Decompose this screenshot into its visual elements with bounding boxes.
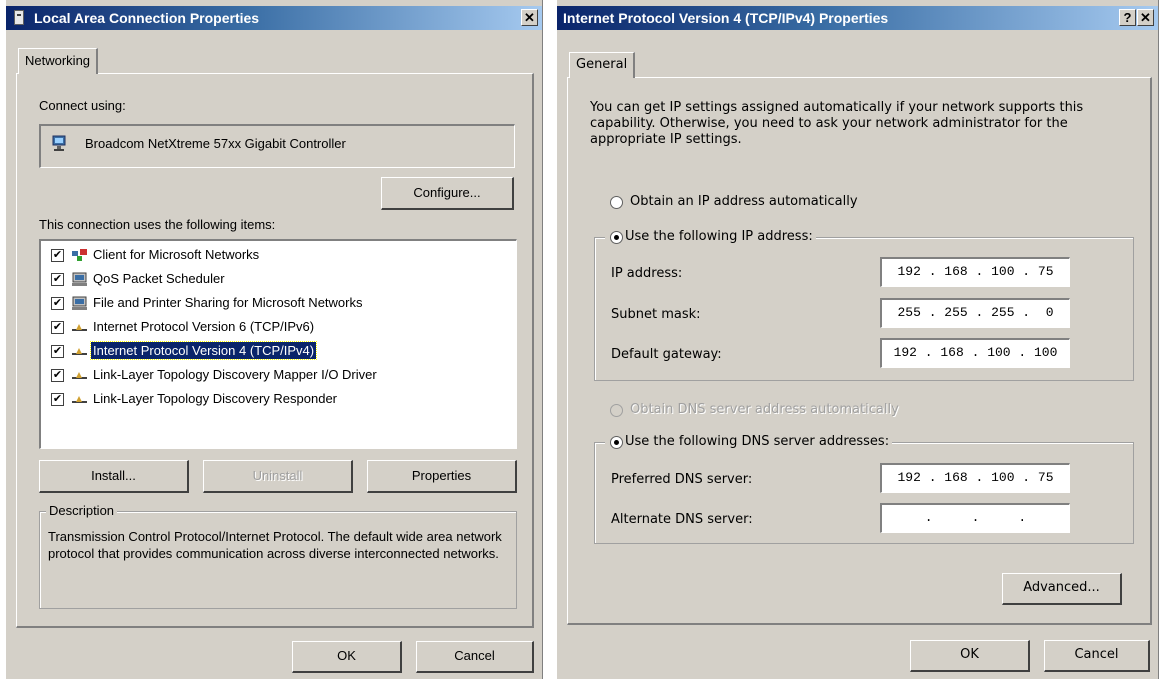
network-client-icon [72,249,87,261]
item-checkbox[interactable]: ✔ [51,393,64,406]
advanced-button[interactable]: Advanced... [1002,573,1122,605]
use-following-ip-label[interactable]: Use the following IP address: [605,229,816,244]
subnet-mask-label: Subnet mask: [611,307,701,322]
item-label: File and Printer Sharing for Microsoft N… [93,295,363,310]
description-text: Transmission Control Protocol/Internet P… [48,529,502,561]
item-label: Internet Protocol Version 4 (TCP/IPv4) [89,341,318,360]
networking-panel: Connect using: Broadcom NetXtreme 57xx G… [16,73,534,628]
ipv4-dialog-titlebar[interactable]: Internet Protocol Version 4 (TCP/IPv4) P… [557,6,1158,30]
items-label: This connection uses the following items… [39,217,276,232]
connect-using-label: Connect using: [39,98,126,113]
adapter-box: Broadcom NetXtreme 57xx Gigabit Controll… [39,124,515,168]
item-checkbox[interactable]: ✔ [51,345,64,358]
use-following-dns-radio[interactable] [610,436,623,449]
item-label: Client for Microsoft Networks [93,247,260,262]
default-gateway-field[interactable]: 192 . 168 . 100 . 100 [880,338,1070,368]
general-panel: You can get IP settings assigned automat… [567,77,1152,625]
help-icon[interactable]: ? [1119,9,1136,26]
item-checkbox[interactable]: ✔ [51,249,64,262]
protocol-icon [72,396,87,403]
item-label: Link-Layer Topology Discovery Responder [93,391,337,406]
protocol-icon [72,324,87,331]
service-icon [72,296,87,310]
item-checkbox[interactable]: ✔ [51,273,64,286]
use-following-ip-radio[interactable] [610,231,623,244]
lan-dialog-titlebar[interactable]: Local Area Connection Properties ✕ [6,6,542,30]
tab-general[interactable]: General [569,52,636,78]
network-card-icon [52,135,66,151]
uninstall-button[interactable]: Uninstall [203,460,353,493]
subnet-mask-field[interactable]: 255 . 255 . 255 . 0 [880,298,1070,328]
properties-button[interactable]: Properties [367,460,517,493]
close-icon[interactable]: ✕ [1137,9,1154,26]
use-following-dns-label[interactable]: Use the following DNS server addresses: [605,434,893,449]
ipv4-properties-dialog: Internet Protocol Version 4 (TCP/IPv4) P… [556,0,1159,679]
ok-button[interactable]: OK [910,640,1030,672]
obtain-ip-auto-radio[interactable] [610,196,623,209]
static-dns-group: Use the following DNS server addresses: … [594,434,1134,544]
static-ip-group: Use the following IP address: IP address… [594,229,1134,381]
ok-button[interactable]: OK [292,641,402,673]
protocol-icon [72,372,87,379]
protocol-icon [72,348,87,355]
obtain-ip-auto-label[interactable]: Obtain an IP address automatically [630,194,858,209]
cancel-button[interactable]: Cancel [416,641,534,673]
description-legend: Description [46,503,118,518]
alternate-dns-label: Alternate DNS server: [611,512,753,527]
preferred-dns-field[interactable]: 192 . 168 . 100 . 75 [880,463,1070,493]
service-icon [72,272,87,286]
components-list[interactable]: ✔ Client for Microsoft Networks ✔ QoS Pa… [39,239,517,449]
tab-networking[interactable]: Networking [18,48,99,74]
close-icon[interactable]: ✕ [521,9,538,26]
item-checkbox[interactable]: ✔ [51,369,64,382]
ip-address-label: IP address: [611,266,683,281]
lan-properties-dialog: Local Area Connection Properties ✕ Netwo… [5,0,543,679]
configure-button[interactable]: Configure... [381,177,514,210]
default-gateway-label: Default gateway: [611,347,722,362]
preferred-dns-label: Preferred DNS server: [611,472,753,487]
ipv4-dialog-title: Internet Protocol Version 4 (TCP/IPv4) P… [563,10,889,26]
install-button[interactable]: Install... [39,460,189,493]
intro-text: You can get IP settings assigned automat… [590,100,1084,147]
network-adapter-icon [14,10,24,25]
cancel-button[interactable]: Cancel [1044,640,1150,672]
item-label: QoS Packet Scheduler [93,271,225,286]
item-checkbox[interactable]: ✔ [51,297,64,310]
item-checkbox[interactable]: ✔ [51,321,64,334]
obtain-dns-auto-radio[interactable] [610,404,623,417]
alternate-dns-field[interactable]: . . . [880,503,1070,533]
adapter-name: Broadcom NetXtreme 57xx Gigabit Controll… [85,136,346,151]
ip-address-field[interactable]: 192 . 168 . 100 . 75 [880,257,1070,287]
lan-dialog-title: Local Area Connection Properties [34,10,260,26]
item-label: Link-Layer Topology Discovery Mapper I/O… [93,367,377,382]
obtain-dns-auto-label[interactable]: Obtain DNS server address automatically [630,402,899,417]
item-label: Internet Protocol Version 6 (TCP/IPv6) [93,319,315,334]
description-group: Description Transmission Control Protoco… [39,503,517,609]
